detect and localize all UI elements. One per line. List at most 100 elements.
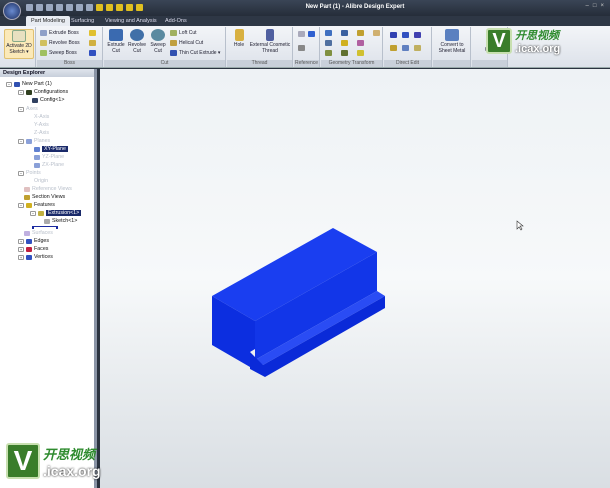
transform-icon[interactable] <box>357 30 364 36</box>
geometry-transform-group-label: Geometry Transform <box>321 60 382 67</box>
tree-y-axis[interactable]: Y-Axis <box>34 122 49 128</box>
tree-sketch-1[interactable]: Sketch<1> <box>44 218 77 224</box>
tree-x-axis[interactable]: X-Axis <box>34 114 49 120</box>
tab-part-modeling[interactable]: Part Modeling <box>26 16 70 26</box>
reference-icon[interactable] <box>298 31 305 37</box>
revolve-cut-button[interactable]: Revolve Cut <box>127 29 147 54</box>
sweep-boss-icon <box>40 50 47 56</box>
tree-zx-plane[interactable]: ZX-Plane <box>34 162 64 168</box>
sheet-metal-icon <box>445 29 459 41</box>
convert-to-sheet-metal-button[interactable]: Convert to Sheet Metal <box>435 29 469 54</box>
direct-edit-icon[interactable] <box>390 32 397 38</box>
revolve-cut-icon <box>130 29 144 41</box>
cont-group-label <box>472 60 507 67</box>
loft-cut-button[interactable]: Loft Cut <box>170 30 197 36</box>
transform-icon[interactable] <box>325 30 332 36</box>
tree-extrusion-1[interactable]: − Extrusion<1> <box>30 210 82 216</box>
helical-cut-icon <box>170 40 177 46</box>
revolve-boss-button[interactable]: Revolve Boss <box>40 40 80 46</box>
tree-z-axis[interactable]: Z-Axis <box>34 130 49 136</box>
direct-edit-icon[interactable] <box>414 32 421 38</box>
tree-yz-plane[interactable]: YZ-Plane <box>34 154 64 160</box>
extrude-boss-icon <box>40 30 47 36</box>
loft-boss-icon[interactable] <box>89 30 96 36</box>
tree-surfaces[interactable]: Surfaces <box>24 230 53 236</box>
activate-2d-sketch-button[interactable]: Activate 2D Sketch ▾ <box>4 29 34 59</box>
reference-icon[interactable] <box>298 45 305 51</box>
helical-cut-button[interactable]: Helical Cut <box>170 40 203 46</box>
transform-icon[interactable] <box>357 50 364 56</box>
tab-surfacing[interactable]: Surfacing <box>66 16 99 26</box>
transform-icon[interactable] <box>373 30 380 36</box>
sheet-metal-group: Convert to Sheet Metal <box>433 27 471 67</box>
transform-icon[interactable] <box>341 30 348 36</box>
rollback-bar[interactable] <box>32 226 58 229</box>
watermark-top: V 开思视频 .icax.org <box>486 27 560 55</box>
close-button[interactable]: × <box>600 3 604 9</box>
application-menu-button[interactable] <box>3 2 21 20</box>
thread-icon <box>266 29 274 41</box>
hole-button[interactable]: Hole <box>229 29 249 48</box>
direct-edit-icon[interactable] <box>390 45 397 51</box>
thread-group: Hole External Cosmetic Thread Thread <box>227 27 293 67</box>
loft-cut-icon <box>170 30 177 36</box>
transform-icon[interactable] <box>357 40 364 46</box>
cut-group: Extrude Cut Revolve Cut Sweep Cut Loft C… <box>104 27 226 67</box>
thin-boss-icon[interactable] <box>89 50 96 56</box>
direct-edit-icon[interactable] <box>414 45 421 51</box>
boss-group: Extrude Boss Revolve Boss Sweep Boss Bos… <box>37 27 103 67</box>
tree-xy-plane[interactable]: XY-Plane <box>34 146 68 152</box>
tree-origin[interactable]: Origin <box>34 178 48 184</box>
extrude-boss-button[interactable]: Extrude Boss <box>40 30 79 36</box>
direct-edit-group: Direct Edit <box>384 27 432 67</box>
boss-group-label: Boss <box>37 60 102 67</box>
maximize-button[interactable]: □ <box>593 3 597 9</box>
tree-edges[interactable]: + Edges <box>18 238 49 244</box>
window-title: New Part (1) - Alibre Design Expert <box>305 4 405 10</box>
tree-section-views[interactable]: Section Views <box>24 194 65 200</box>
thin-cut-extrude-button[interactable]: Thin Cut Extrude ▾ <box>170 50 220 56</box>
sweep-cut-icon <box>151 29 165 41</box>
tree-root[interactable]: − New Part (1) <box>6 81 52 87</box>
external-cosmetic-thread-button[interactable]: External Cosmetic Thread <box>249 29 291 54</box>
direct-edit-icon[interactable] <box>402 32 409 38</box>
reference-group: Reference <box>294 27 320 67</box>
design-explorer-title: Design Explorer <box>0 69 94 77</box>
direct-edit-icon[interactable] <box>402 45 409 51</box>
extrude-cut-icon <box>109 29 123 41</box>
minimize-button[interactable]: – <box>586 3 589 9</box>
thin-cut-icon <box>170 50 177 56</box>
helical-boss-icon[interactable] <box>89 40 96 46</box>
geometry-transform-group: Geometry Transform <box>321 27 383 67</box>
extrude-cut-button[interactable]: Extrude Cut <box>106 29 126 54</box>
sketch-group: Activate 2D Sketch ▾ <box>2 27 36 67</box>
sweep-boss-button[interactable]: Sweep Boss <box>40 50 77 56</box>
tab-add-ons[interactable]: Add-Ons <box>160 16 192 26</box>
sketch-icon <box>12 30 26 42</box>
tree-reference-views[interactable]: Reference Views <box>24 186 72 192</box>
tree-vertices[interactable]: + Vertices <box>18 254 53 260</box>
part-model[interactable] <box>100 69 610 488</box>
title-bar: New Part (1) - Alibre Design Expert – □ × <box>0 0 610 20</box>
tab-viewing-analysis[interactable]: Viewing and Analysis <box>100 16 162 26</box>
cut-group-label: Cut <box>104 60 225 67</box>
tree-faces[interactable]: + Faces <box>18 246 48 252</box>
reference-group-label: Reference <box>294 60 319 67</box>
tree-axes[interactable]: − Axes <box>18 106 38 112</box>
watermark-logo: V <box>486 28 512 54</box>
sweep-cut-button[interactable]: Sweep Cut <box>148 29 168 54</box>
3d-viewport[interactable] <box>100 69 610 488</box>
transform-icon[interactable] <box>325 40 332 46</box>
tree-config-1[interactable]: Config<1> <box>32 97 64 103</box>
tree-points[interactable]: − Points <box>18 170 41 176</box>
transform-icon[interactable] <box>341 40 348 46</box>
transform-icon[interactable] <box>341 50 348 56</box>
transform-icon[interactable] <box>325 50 332 56</box>
tree-features[interactable]: − Features <box>18 202 55 208</box>
direct-edit-group-label: Direct Edit <box>384 60 431 67</box>
sheet-metal-group-label <box>433 60 470 67</box>
watermark-logo: V <box>6 443 40 479</box>
reference-icon[interactable] <box>308 31 315 37</box>
tree-planes[interactable]: − Planes <box>18 138 50 144</box>
tree-configurations[interactable]: − Configurations <box>18 89 68 95</box>
